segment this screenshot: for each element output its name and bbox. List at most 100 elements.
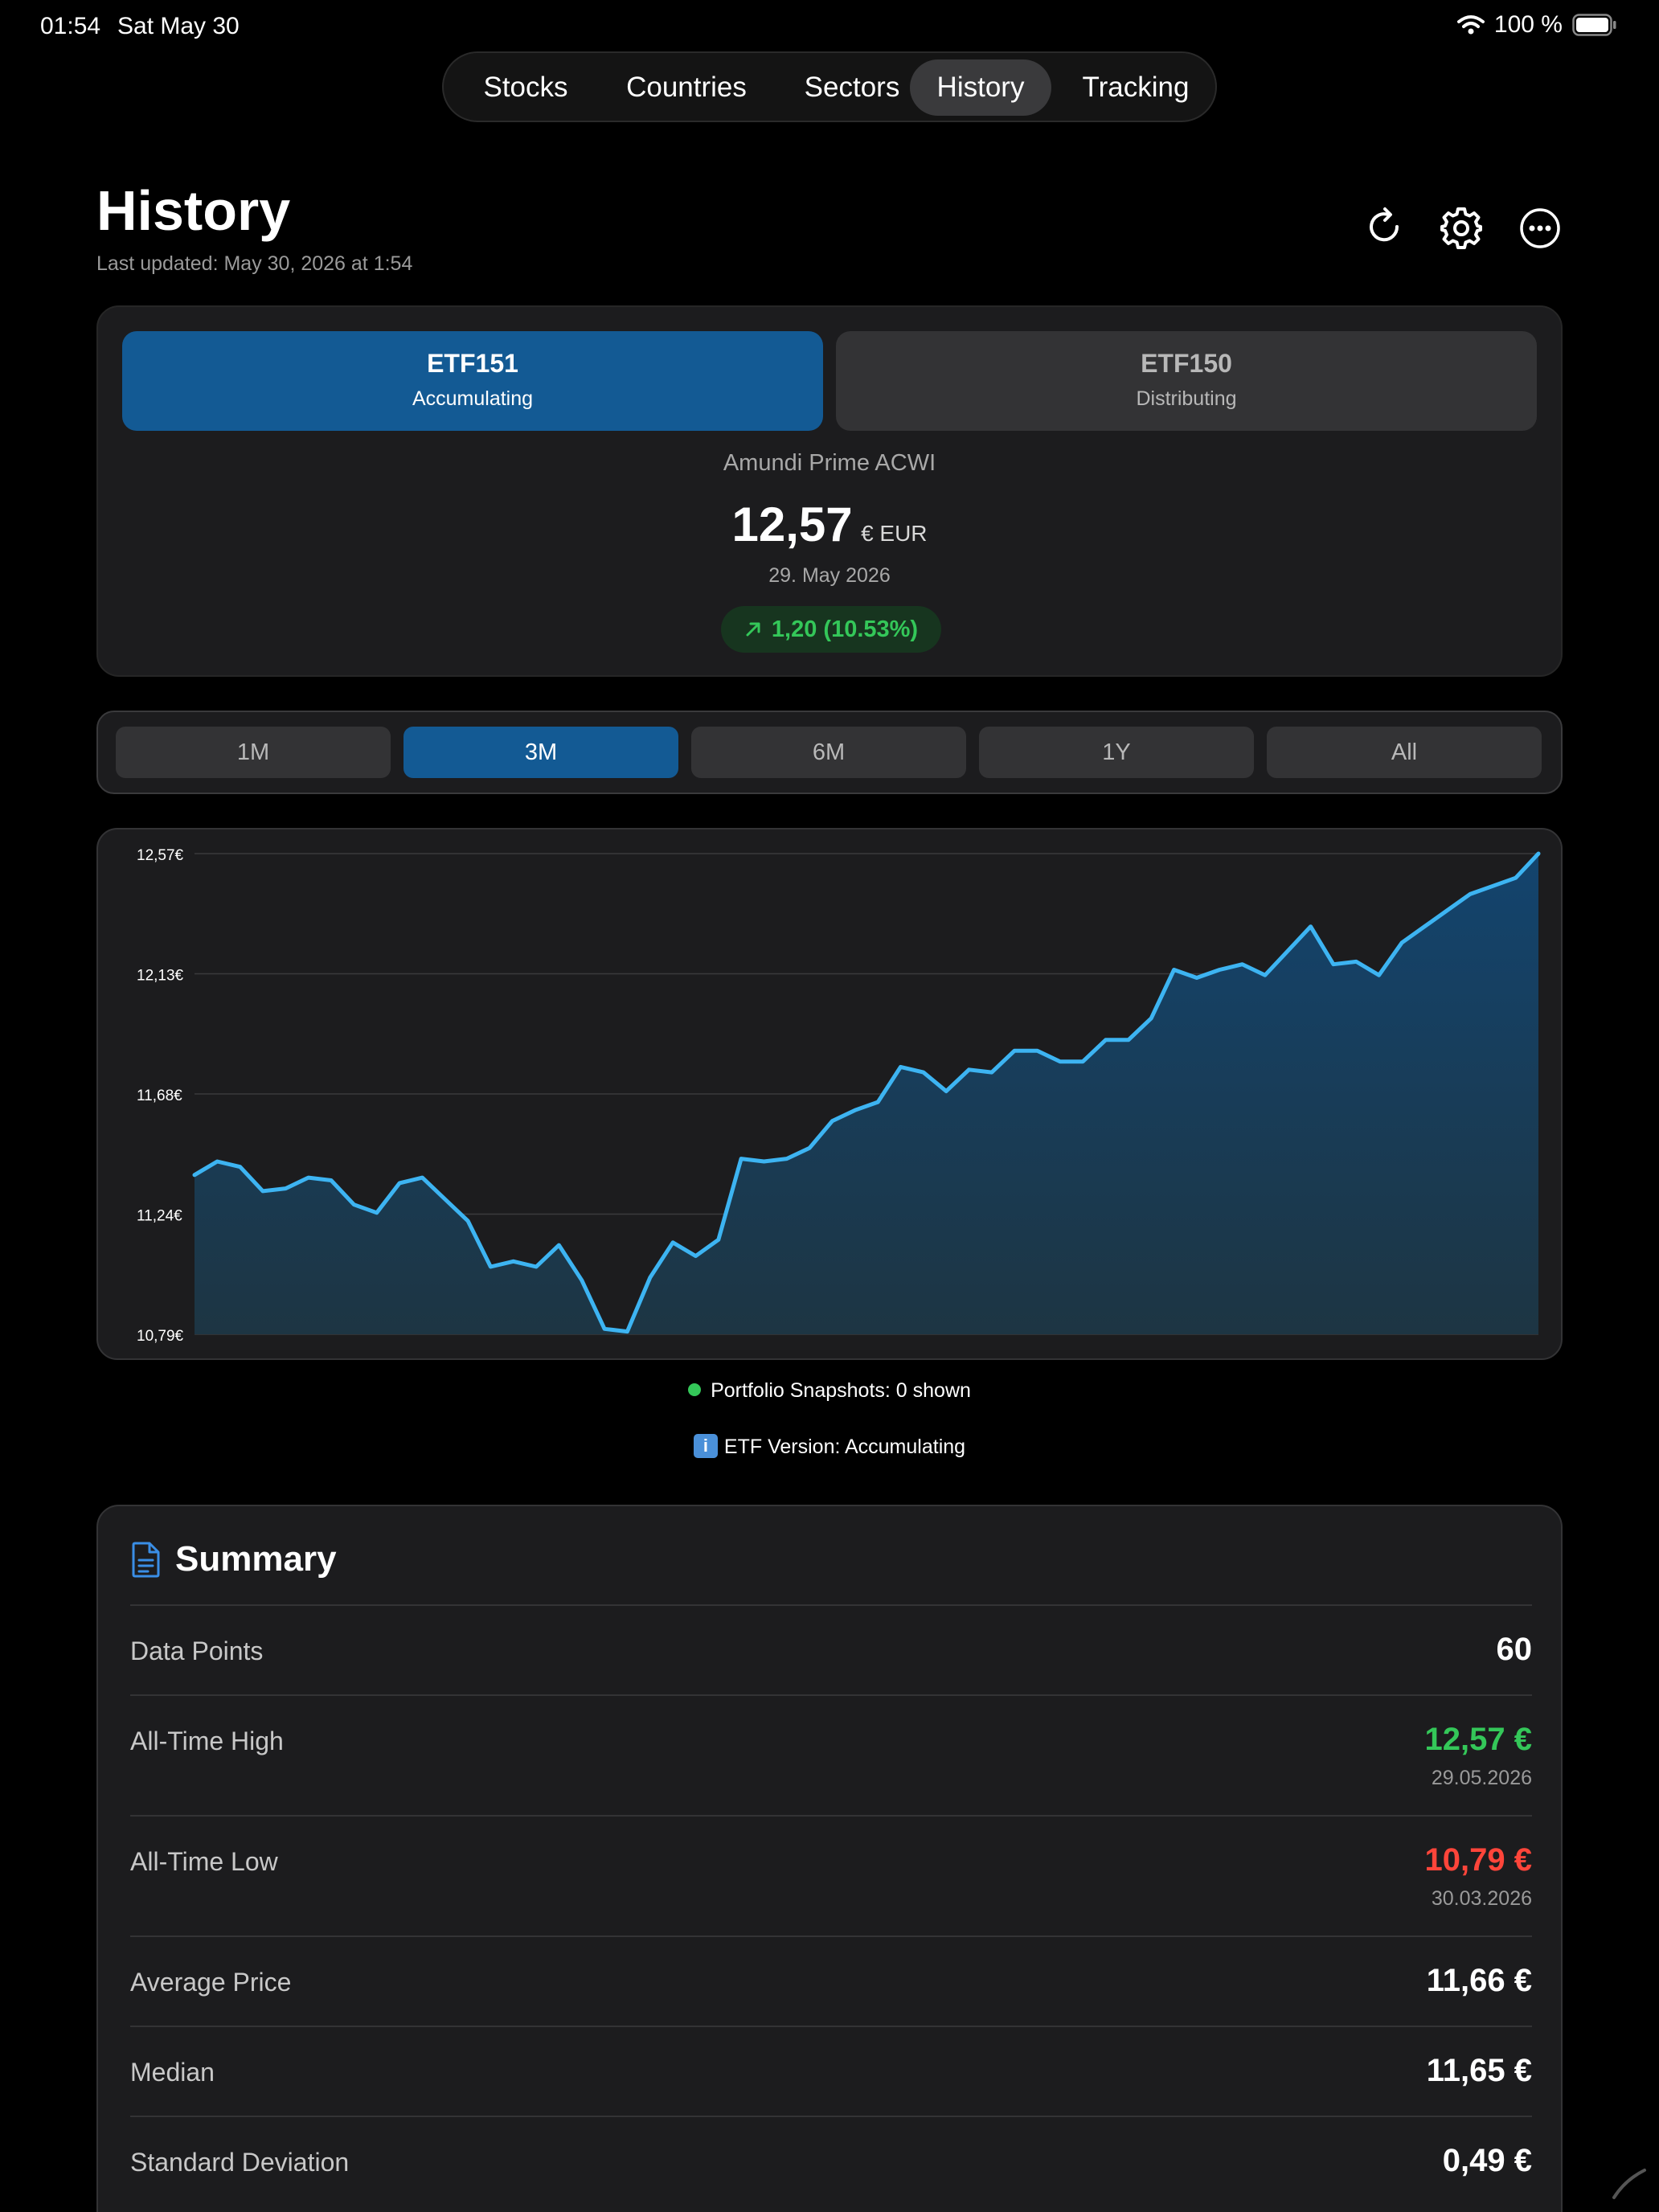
price-point <box>513 1260 514 1262</box>
price-point <box>877 1101 879 1103</box>
price-point <box>718 1239 719 1240</box>
price-point <box>1355 961 1357 962</box>
price-point <box>923 1071 924 1073</box>
more-icon[interactable] <box>1518 206 1563 251</box>
price-point <box>786 1158 788 1160</box>
summary-row-data-points: Data Points 60 <box>130 1604 1532 1694</box>
etf-option-etf151[interactable]: ETF151 Accumulating <box>122 331 823 431</box>
price-point <box>649 1276 651 1278</box>
row-label: Average Price <box>130 1968 292 1997</box>
price-point <box>535 1266 537 1268</box>
wifi-icon <box>1456 15 1485 35</box>
range-selector: 1M 3M 6M 1Y All <box>96 711 1563 794</box>
tab-history[interactable]: History <box>910 59 1051 116</box>
refresh-icon[interactable] <box>1363 206 1408 251</box>
chart-canvas: 12,57€ 12,13€ 11,68€ 11,24€ 10,79€ <box>137 847 1541 1345</box>
row-value: 60 <box>1496 1632 1533 1667</box>
price-point <box>1105 1039 1107 1041</box>
summary-title: Summary <box>175 1539 337 1579</box>
fund-name: Amundi Prime ACWI <box>723 450 936 476</box>
etf-version-note: i ETF Version: Accumulating <box>0 1434 1659 1460</box>
summary-row-average-price: Average Price 11,66 € <box>130 1936 1532 2026</box>
etf-card: ETF151 Accumulating ETF150 Distributing … <box>96 305 1563 677</box>
price-point <box>1242 964 1243 965</box>
row-value: 11,65 € <box>1426 2053 1532 2088</box>
price-point <box>626 1331 628 1333</box>
y-tick-label: 11,24€ <box>137 1208 182 1225</box>
price-point <box>1378 974 1380 976</box>
range-6m[interactable]: 6M <box>691 727 966 778</box>
price-point <box>376 1212 378 1214</box>
arrow-up-right-icon <box>746 622 760 637</box>
etf-option-type: Accumulating <box>412 387 534 410</box>
last-updated: Last updated: May 30, 2026 at 1:54 <box>96 252 413 275</box>
price-point <box>1128 1039 1129 1041</box>
price-point <box>945 1091 947 1092</box>
etf-option-name: ETF151 <box>427 349 518 378</box>
price-point <box>1310 926 1312 928</box>
snapshots-text: Portfolio Snapshots: 0 shown <box>711 1379 971 1402</box>
tab-stocks[interactable]: Stocks <box>460 59 592 116</box>
gear-icon[interactable] <box>1439 206 1484 251</box>
price-date: 29. May 2026 <box>768 564 891 587</box>
y-tick-label: 10,79€ <box>137 1328 184 1345</box>
price-point <box>467 1220 469 1222</box>
price-point <box>262 1190 264 1192</box>
tab-sectors[interactable]: Sectors <box>781 59 923 116</box>
tab-countries[interactable]: Countries <box>601 59 772 116</box>
price-point <box>1447 910 1448 911</box>
price-point <box>809 1147 810 1149</box>
summary-header: Summary <box>130 1535 337 1583</box>
page-title: History <box>96 179 291 242</box>
range-1y[interactable]: 1Y <box>979 727 1254 778</box>
battery-icon <box>1572 14 1616 36</box>
price-point <box>444 1198 446 1200</box>
summary-row-standard-deviation: Standard Deviation 0,49 € <box>130 2116 1532 2206</box>
row-value: 12,57 € <box>1424 1722 1532 1757</box>
range-all[interactable]: All <box>1267 727 1542 778</box>
y-tick-label: 11,68€ <box>137 1088 182 1104</box>
change-value: 1,20 (10.53%) <box>771 616 919 642</box>
price-point <box>1401 942 1403 944</box>
document-icon <box>132 1542 160 1578</box>
etf-option-name: ETF150 <box>1141 349 1232 378</box>
price-point <box>1264 974 1266 976</box>
row-label: Median <box>130 2058 215 2087</box>
price-point <box>740 1158 742 1160</box>
price-point <box>399 1182 400 1184</box>
price-point <box>672 1242 674 1243</box>
range-1m[interactable]: 1M <box>116 727 391 778</box>
summary-row-median: Median 11,65 € <box>130 2026 1532 2116</box>
range-3m[interactable]: 3M <box>403 727 678 778</box>
price-chart[interactable]: 12,57€ 12,13€ 11,68€ 11,24€ 10,79€ <box>96 828 1563 1360</box>
price-point <box>1219 969 1220 970</box>
row-label: All-Time Low <box>130 1847 278 1876</box>
y-tick-label: 12,57€ <box>137 847 184 864</box>
pencil-tip-icon <box>1612 2169 1646 2199</box>
etf-option-type: Distributing <box>1136 387 1237 410</box>
info-icon: i <box>693 1434 718 1459</box>
price-point <box>831 1120 833 1122</box>
status-time: 01:54 <box>40 13 101 39</box>
currency-label: € EUR <box>861 521 928 546</box>
price-point <box>1059 1061 1061 1063</box>
price-point <box>1196 977 1198 979</box>
price-point <box>1515 877 1517 879</box>
row-date: 30.03.2026 <box>1431 1887 1532 1910</box>
price-point <box>854 1109 856 1111</box>
price-point <box>1469 893 1471 895</box>
row-value: 0,49 € <box>1442 2143 1532 2178</box>
status-indicators: 100 % <box>1456 11 1617 39</box>
battery-percent: 100 % <box>1493 11 1563 38</box>
price-point <box>490 1266 491 1268</box>
tab-tracking[interactable]: Tracking <box>1061 59 1210 116</box>
price-point <box>285 1188 286 1190</box>
price-row: 12,57 € EUR <box>98 497 1561 552</box>
current-price: 12,57 <box>731 498 853 551</box>
change-badge: 1,20 (10.53%) <box>721 606 941 653</box>
row-value: 10,79 € <box>1424 1842 1532 1878</box>
price-point <box>991 1071 993 1073</box>
row-label: Data Points <box>130 1636 264 1665</box>
etf-option-etf150[interactable]: ETF150 Distributing <box>836 331 1537 431</box>
row-date: 29.05.2026 <box>1431 1767 1532 1789</box>
